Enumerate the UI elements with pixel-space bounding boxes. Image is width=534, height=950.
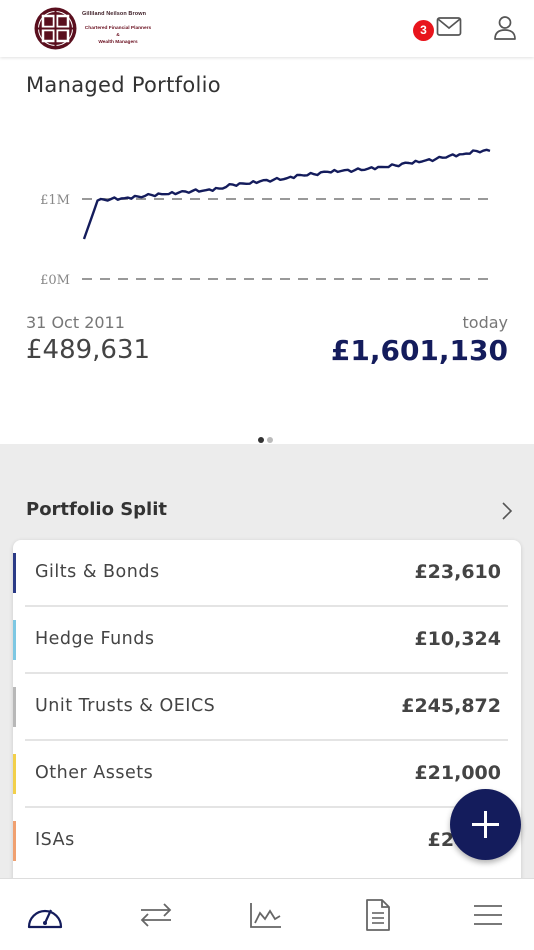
- firm-tagline: Chartered Financial Planners & Wealth Ma…: [82, 25, 154, 46]
- pager-dot-2[interactable]: [267, 437, 273, 443]
- plus-icon: [472, 811, 499, 838]
- row-value: £23,610: [414, 561, 501, 583]
- portfolio-chart[interactable]: £1M £0M: [0, 105, 534, 310]
- app-header: Gilliland Neilson Brown Chartered Financ…: [0, 0, 534, 57]
- document-icon[interactable]: [359, 899, 395, 931]
- split-row[interactable]: Other Assets £21,000: [13, 741, 521, 808]
- mail-icon[interactable]: [436, 16, 462, 38]
- split-card: Gilts & Bonds £23,610 Hedge Funds £10,324 Un…: [13, 540, 521, 900]
- firm-tagline-line-1: Chartered Financial Planners: [84, 26, 152, 31]
- row-label: Hedge Funds: [35, 629, 155, 649]
- split-row[interactable]: Unit Trusts & OEICS £245,872: [13, 674, 521, 741]
- row-value: £245,872: [401, 695, 501, 717]
- row-color-bar: [13, 620, 16, 660]
- start-date: 31 Oct 2011: [26, 313, 125, 332]
- row-value: £21,000: [414, 762, 501, 784]
- start-value: £489,631: [26, 335, 151, 365]
- user-icon[interactable]: [493, 15, 517, 41]
- firm-tagline-line-2: &: [116, 33, 120, 38]
- y-tick-label: £1M: [40, 193, 70, 208]
- firm-name: Gilliland Neilson Brown: [82, 11, 147, 17]
- end-date-label: today: [462, 313, 509, 332]
- row-color-bar: [13, 553, 16, 593]
- chevron-right-icon[interactable]: [500, 500, 514, 522]
- notification-badge[interactable]: 3: [413, 20, 434, 41]
- dashboard-gauge-icon[interactable]: [27, 899, 63, 931]
- row-color-bar: [13, 821, 16, 861]
- page-title: Managed Portfolio: [26, 73, 221, 97]
- row-label: Unit Trusts & OEICS: [35, 696, 216, 716]
- row-value: £10,324: [414, 628, 501, 650]
- chart-grid: [82, 198, 490, 280]
- pager-dot-1[interactable]: [258, 437, 264, 443]
- row-color-bar: [13, 754, 16, 794]
- add-button[interactable]: [450, 789, 521, 860]
- transfer-arrows-icon[interactable]: [138, 899, 174, 931]
- row-label: ISAs: [35, 830, 75, 850]
- split-row[interactable]: Gilts & Bonds £23,610: [13, 540, 521, 607]
- y-tick-label: £0M: [40, 273, 70, 288]
- performance-chart-icon[interactable]: [248, 899, 284, 931]
- split-row[interactable]: Hedge Funds £10,324: [13, 607, 521, 674]
- chart-tick-labels: £1M £0M: [40, 193, 70, 288]
- current-value: £1,601,130: [330, 334, 508, 367]
- firm-logo-text: Gilliland Neilson Brown Chartered Financ…: [82, 11, 154, 46]
- firm-tagline-line-3: Wealth Managers: [98, 40, 138, 45]
- row-label: Gilts & Bonds: [35, 562, 160, 582]
- split-title: Portfolio Split: [26, 499, 168, 520]
- portfolio-value-line: [82, 148, 491, 240]
- firm-logo-icon[interactable]: [34, 7, 77, 50]
- row-color-bar: [13, 687, 16, 727]
- row-label: Other Assets: [35, 763, 154, 783]
- bottom-nav: [0, 878, 534, 950]
- split-row[interactable]: ISAs£240,9: [13, 808, 521, 875]
- menu-icon[interactable]: [470, 899, 506, 931]
